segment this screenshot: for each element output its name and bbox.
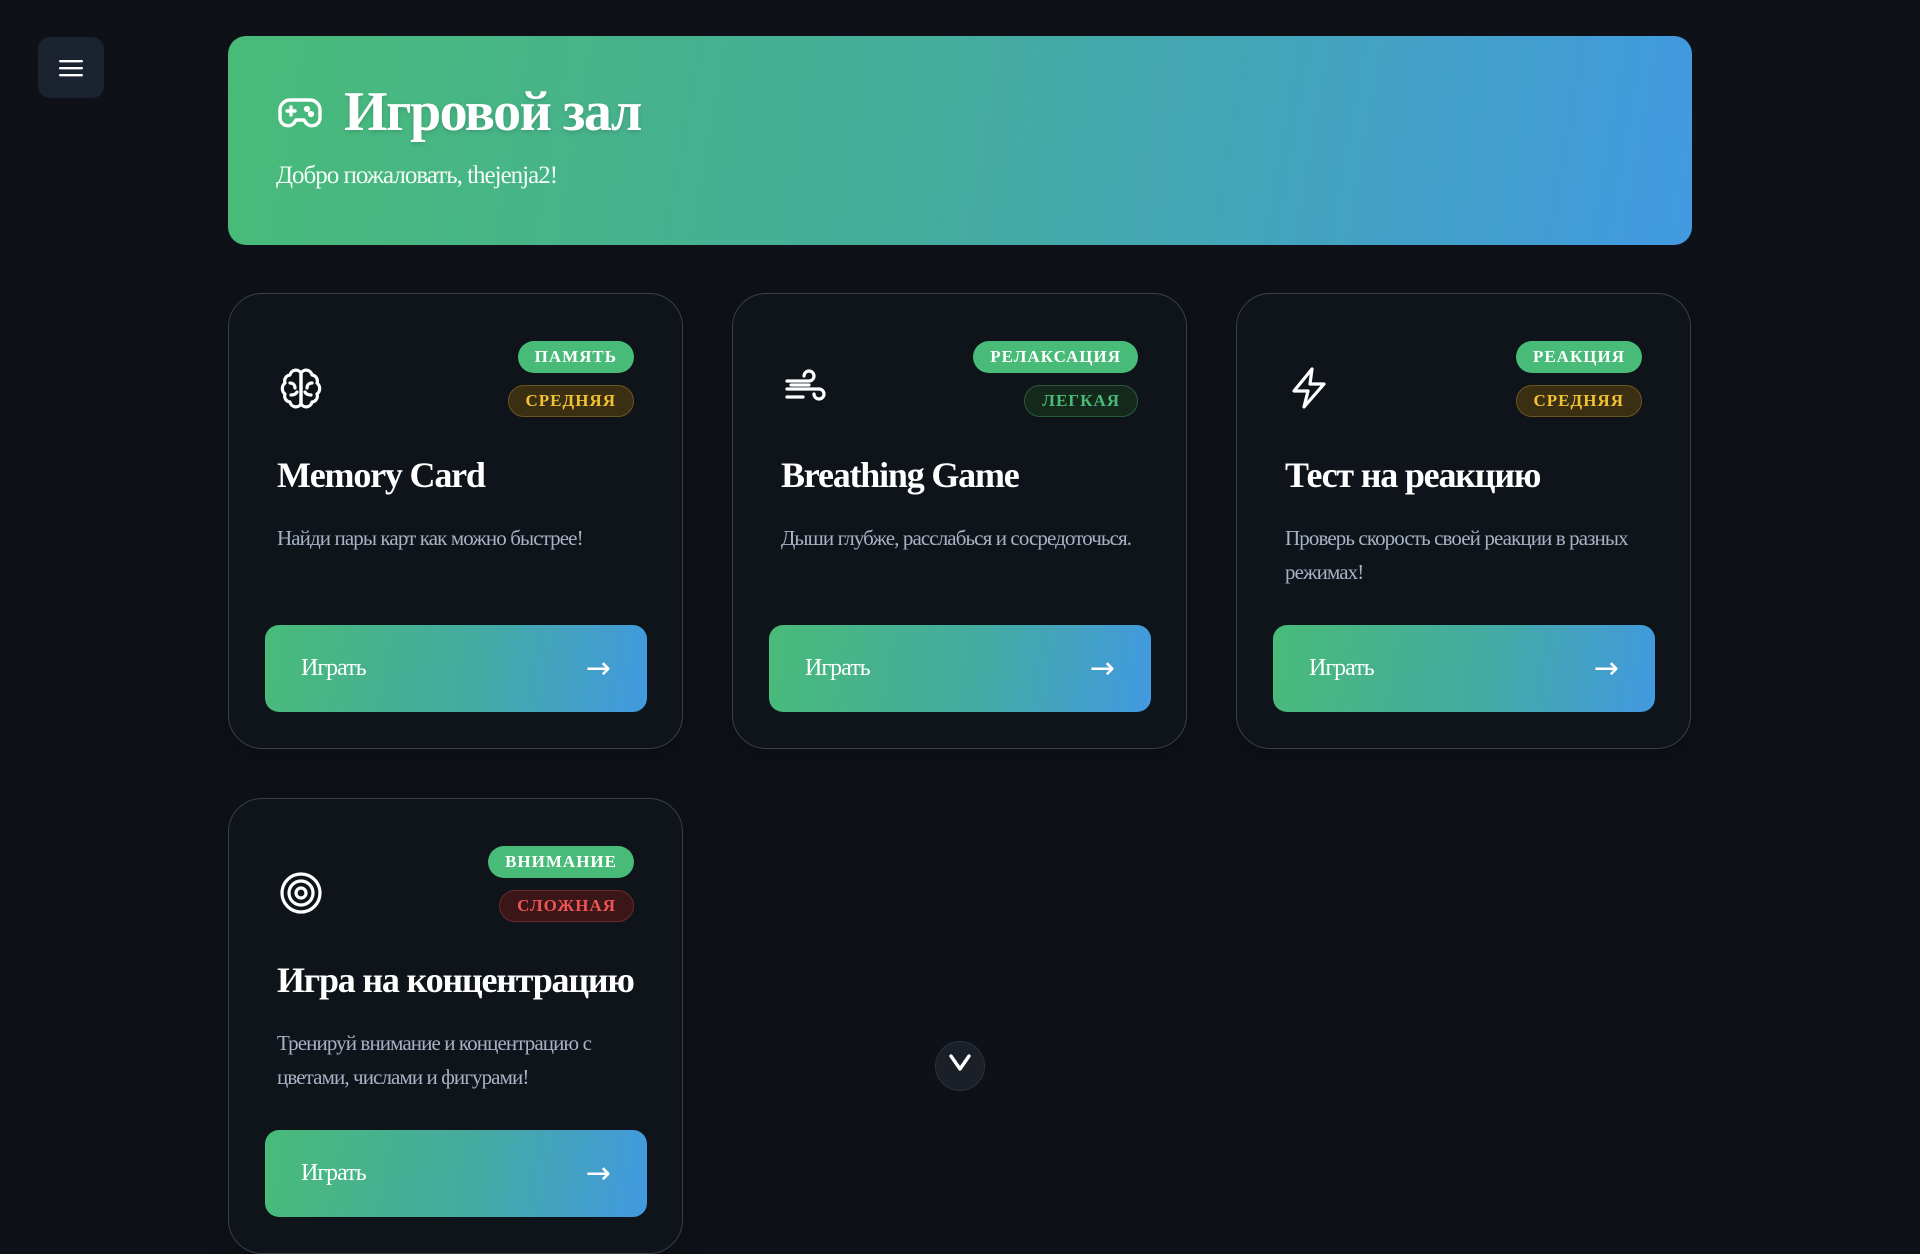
chevron-down-icon <box>949 1054 971 1071</box>
game-description: Найди пары карт как можно быстрее! <box>277 526 584 550</box>
brain-icon <box>280 368 322 409</box>
page-title: Игровой зал <box>344 81 642 143</box>
scroll-down-button[interactable] <box>935 1041 985 1091</box>
game-card-breathing: РЕЛАКСАЦИЯ ЛЕГКАЯ Breathing Game Дыши гл… <box>732 293 1187 749</box>
play-button[interactable]: Играть → <box>265 1130 647 1217</box>
game-card-reaction: РЕАКЦИЯ СРЕДНЯЯ Тест на реакцию Проверь … <box>1236 293 1691 749</box>
play-button-label: Играть <box>805 655 871 681</box>
badges: РЕЛАКСАЦИЯ ЛЕГКАЯ <box>973 341 1138 417</box>
hero-banner: Игровой зал Добро пожаловать, thejenja2! <box>228 36 1692 245</box>
play-button[interactable]: Играть → <box>265 625 647 712</box>
game-title: Memory Card <box>277 455 486 495</box>
arrow-right-icon: → <box>1593 651 1619 686</box>
game-description: Тренируй внимание и концентрацию с цвета… <box>277 1031 592 1089</box>
hamburger-menu-icon <box>59 59 83 76</box>
play-button-label: Играть <box>301 655 367 681</box>
lightning-icon <box>1292 367 1326 409</box>
badges: РЕАКЦИЯ СРЕДНЯЯ <box>1515 341 1642 417</box>
badges: ВНИМАНИЕ СЛОЖНАЯ <box>488 846 634 922</box>
target-icon <box>280 872 322 914</box>
menu-button[interactable] <box>38 37 104 98</box>
game-title: Breathing Game <box>781 455 1020 495</box>
game-description: Дыши глубже, расслабься и сосредоточься. <box>781 526 1132 550</box>
arrow-right-icon: → <box>1089 651 1115 686</box>
difficulty-badge: СРЕДНЯЯ <box>1515 385 1642 417</box>
category-badge: ПАМЯТЬ <box>517 341 634 373</box>
wind-icon <box>785 369 826 401</box>
badges: ПАМЯТЬ СРЕДНЯЯ <box>507 341 634 417</box>
category-badge: РЕЛАКСАЦИЯ <box>973 341 1138 373</box>
category-badge: РЕАКЦИЯ <box>1515 341 1642 373</box>
play-button-label: Играть <box>301 1160 367 1186</box>
hero-title-row: Игровой зал <box>276 84 1692 140</box>
arrow-right-icon: → <box>585 1156 611 1191</box>
difficulty-badge: СЛОЖНАЯ <box>499 890 634 922</box>
game-card-memory: ПАМЯТЬ СРЕДНЯЯ Memory Card Найди пары ка… <box>228 293 683 749</box>
game-title: Тест на реакцию <box>1285 455 1541 495</box>
play-button-label: Играть <box>1309 655 1375 681</box>
play-button[interactable]: Играть → <box>769 625 1151 712</box>
game-description: Проверь скорость своей реакции в разных … <box>1285 526 1629 584</box>
game-title: Игра на концентрацию <box>277 960 635 1000</box>
welcome-message: Добро пожаловать, thejenja2! <box>276 162 558 189</box>
gamepad-icon <box>278 98 322 128</box>
game-card-concentration: ВНИМАНИЕ СЛОЖНАЯ Игра на концентрацию Тр… <box>228 798 683 1254</box>
play-button[interactable]: Играть → <box>1273 625 1655 712</box>
category-badge: ВНИМАНИЕ <box>488 846 634 878</box>
difficulty-badge: СРЕДНЯЯ <box>507 385 634 417</box>
arrow-right-icon: → <box>585 651 611 686</box>
difficulty-badge: ЛЕГКАЯ <box>1024 385 1138 417</box>
